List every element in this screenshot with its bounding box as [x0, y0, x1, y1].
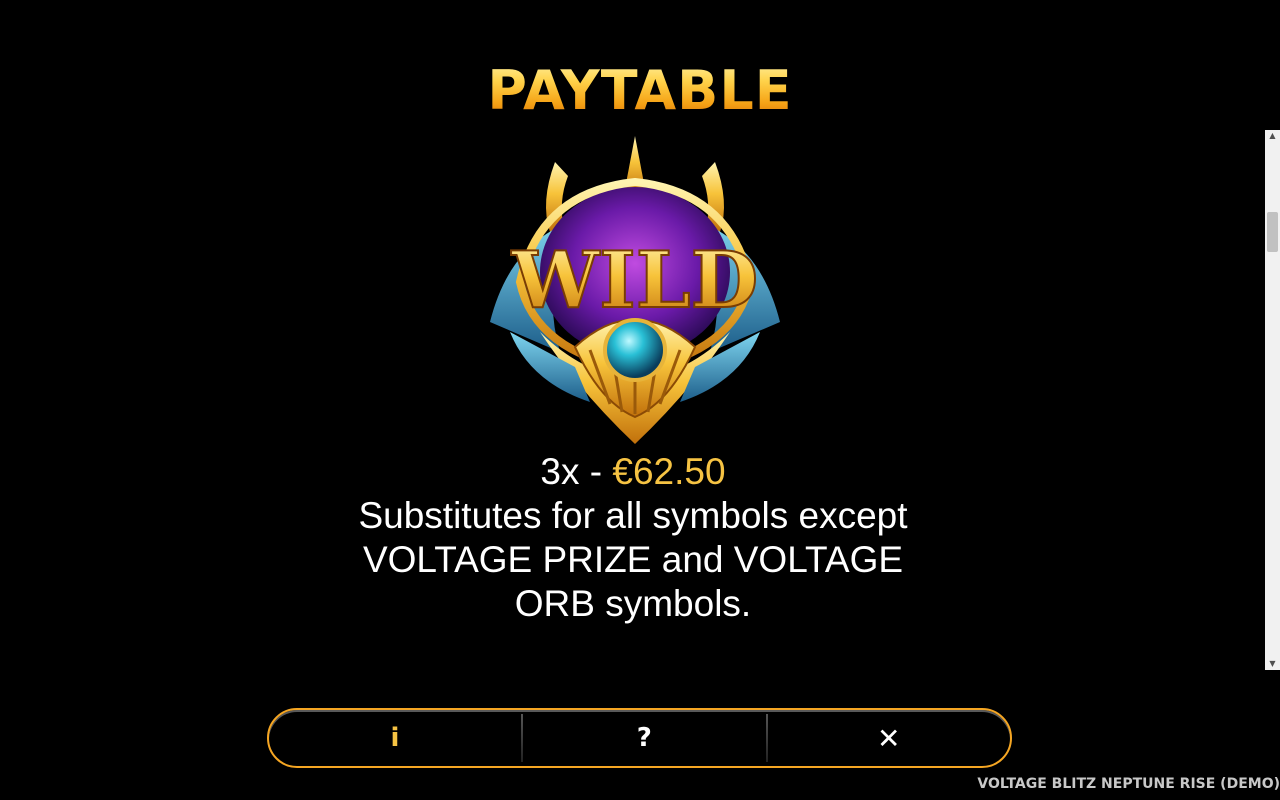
close-icon: ✕ [877, 721, 901, 755]
payout-separator: - [589, 451, 603, 492]
paytable-screen: PAYTABLE WILD 3x - €62.50 Substitutes fo… [0, 0, 1280, 800]
info-icon: i [390, 723, 400, 753]
symbol-payout: 3x - €62.50 [0, 450, 1266, 494]
paytable-scroll-area[interactable]: WILD 3x - €62.50 Substitutes for all sym… [0, 130, 1280, 670]
bottom-nav-bar: i ? ✕ [267, 708, 1012, 768]
symbol-description: Substitutes for all symbols except VOLTA… [358, 495, 908, 624]
help-icon: ? [636, 723, 652, 753]
game-name-label: VOLTAGE BLITZ NEPTUNE RISE (DEMO) [977, 776, 1280, 792]
symbol-count: 3x [540, 451, 580, 492]
payout-amount: €62.50 [612, 451, 726, 492]
svg-text:WILD: WILD [511, 235, 759, 326]
page-title: PAYTABLE [487, 59, 793, 122]
scroll-down-arrow-icon[interactable]: ▼ [1265, 658, 1280, 670]
scrollbar[interactable]: ▲ ▼ [1265, 130, 1280, 670]
help-button[interactable]: ? [523, 710, 766, 766]
close-button[interactable]: ✕ [768, 710, 1011, 766]
scroll-thumb[interactable] [1267, 212, 1278, 252]
info-button[interactable]: i [269, 710, 521, 766]
scroll-up-arrow-icon[interactable]: ▲ [1265, 130, 1280, 142]
wild-symbol-icon: WILD [490, 136, 780, 444]
